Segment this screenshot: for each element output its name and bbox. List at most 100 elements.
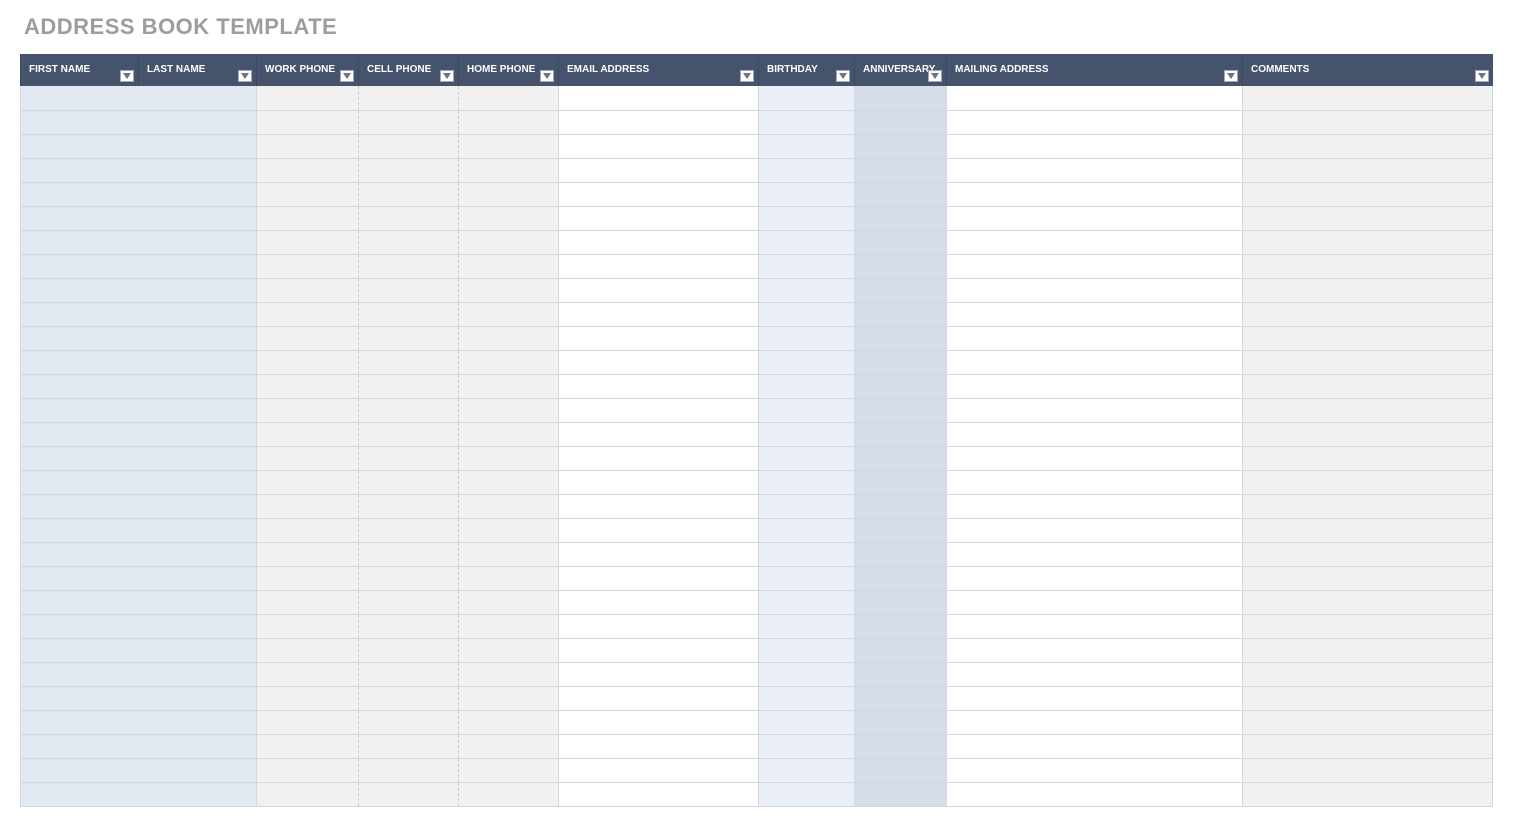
cell-first_name[interactable] [21, 638, 139, 662]
cell-email[interactable] [559, 614, 759, 638]
cell-anniversary[interactable] [855, 542, 947, 566]
cell-first_name[interactable] [21, 446, 139, 470]
cell-anniversary[interactable] [855, 158, 947, 182]
col-header-home-phone[interactable]: HOME PHONE [459, 54, 559, 86]
cell-birthday[interactable] [759, 590, 855, 614]
cell-cell_phone[interactable] [359, 710, 459, 734]
cell-last_name[interactable] [139, 254, 257, 278]
cell-birthday[interactable] [759, 686, 855, 710]
cell-work_phone[interactable] [257, 470, 359, 494]
cell-anniversary[interactable] [855, 590, 947, 614]
cell-first_name[interactable] [21, 470, 139, 494]
cell-email[interactable] [559, 590, 759, 614]
cell-comments[interactable] [1243, 110, 1493, 134]
col-header-mailing-address[interactable]: MAILING ADDRESS [947, 54, 1243, 86]
cell-first_name[interactable] [21, 182, 139, 206]
cell-email[interactable] [559, 494, 759, 518]
cell-cell_phone[interactable] [359, 566, 459, 590]
cell-cell_phone[interactable] [359, 470, 459, 494]
cell-home_phone[interactable] [459, 782, 559, 806]
cell-birthday[interactable] [759, 158, 855, 182]
cell-home_phone[interactable] [459, 758, 559, 782]
cell-comments[interactable] [1243, 470, 1493, 494]
cell-last_name[interactable] [139, 446, 257, 470]
col-header-cell-phone[interactable]: CELL PHONE [359, 54, 459, 86]
cell-anniversary[interactable] [855, 398, 947, 422]
cell-mailing[interactable] [947, 134, 1243, 158]
cell-anniversary[interactable] [855, 182, 947, 206]
cell-anniversary[interactable] [855, 638, 947, 662]
cell-work_phone[interactable] [257, 686, 359, 710]
cell-work_phone[interactable] [257, 206, 359, 230]
cell-first_name[interactable] [21, 494, 139, 518]
cell-work_phone[interactable] [257, 350, 359, 374]
filter-dropdown-icon[interactable] [740, 70, 754, 82]
cell-birthday[interactable] [759, 110, 855, 134]
cell-mailing[interactable] [947, 782, 1243, 806]
cell-birthday[interactable] [759, 614, 855, 638]
cell-anniversary[interactable] [855, 566, 947, 590]
filter-dropdown-icon[interactable] [120, 70, 134, 82]
cell-mailing[interactable] [947, 470, 1243, 494]
col-header-comments[interactable]: COMMENTS [1243, 54, 1493, 86]
cell-email[interactable] [559, 110, 759, 134]
filter-dropdown-icon[interactable] [1224, 70, 1238, 82]
cell-mailing[interactable] [947, 422, 1243, 446]
cell-cell_phone[interactable] [359, 542, 459, 566]
cell-work_phone[interactable] [257, 782, 359, 806]
cell-home_phone[interactable] [459, 734, 559, 758]
cell-comments[interactable] [1243, 422, 1493, 446]
cell-work_phone[interactable] [257, 230, 359, 254]
cell-email[interactable] [559, 782, 759, 806]
cell-mailing[interactable] [947, 182, 1243, 206]
filter-dropdown-icon[interactable] [928, 70, 942, 82]
cell-mailing[interactable] [947, 734, 1243, 758]
cell-home_phone[interactable] [459, 254, 559, 278]
cell-anniversary[interactable] [855, 782, 947, 806]
cell-mailing[interactable] [947, 350, 1243, 374]
cell-birthday[interactable] [759, 518, 855, 542]
cell-home_phone[interactable] [459, 614, 559, 638]
cell-email[interactable] [559, 518, 759, 542]
col-header-last-name[interactable]: LAST NAME [139, 54, 257, 86]
cell-home_phone[interactable] [459, 158, 559, 182]
cell-home_phone[interactable] [459, 446, 559, 470]
cell-last_name[interactable] [139, 518, 257, 542]
cell-last_name[interactable] [139, 422, 257, 446]
cell-home_phone[interactable] [459, 590, 559, 614]
cell-cell_phone[interactable] [359, 758, 459, 782]
cell-cell_phone[interactable] [359, 422, 459, 446]
cell-home_phone[interactable] [459, 398, 559, 422]
cell-anniversary[interactable] [855, 374, 947, 398]
cell-birthday[interactable] [759, 542, 855, 566]
cell-last_name[interactable] [139, 182, 257, 206]
cell-first_name[interactable] [21, 374, 139, 398]
cell-anniversary[interactable] [855, 686, 947, 710]
cell-last_name[interactable] [139, 398, 257, 422]
cell-first_name[interactable] [21, 206, 139, 230]
cell-last_name[interactable] [139, 230, 257, 254]
cell-mailing[interactable] [947, 302, 1243, 326]
cell-last_name[interactable] [139, 302, 257, 326]
cell-work_phone[interactable] [257, 278, 359, 302]
cell-anniversary[interactable] [855, 518, 947, 542]
cell-anniversary[interactable] [855, 254, 947, 278]
cell-email[interactable] [559, 278, 759, 302]
cell-work_phone[interactable] [257, 590, 359, 614]
cell-work_phone[interactable] [257, 182, 359, 206]
col-header-email[interactable]: EMAIL ADDRESS [559, 54, 759, 86]
cell-last_name[interactable] [139, 470, 257, 494]
cell-home_phone[interactable] [459, 110, 559, 134]
cell-mailing[interactable] [947, 278, 1243, 302]
cell-comments[interactable] [1243, 662, 1493, 686]
cell-email[interactable] [559, 398, 759, 422]
cell-cell_phone[interactable] [359, 614, 459, 638]
cell-birthday[interactable] [759, 206, 855, 230]
cell-mailing[interactable] [947, 86, 1243, 110]
cell-last_name[interactable] [139, 782, 257, 806]
cell-last_name[interactable] [139, 638, 257, 662]
cell-mailing[interactable] [947, 590, 1243, 614]
cell-birthday[interactable] [759, 710, 855, 734]
cell-work_phone[interactable] [257, 302, 359, 326]
cell-email[interactable] [559, 206, 759, 230]
